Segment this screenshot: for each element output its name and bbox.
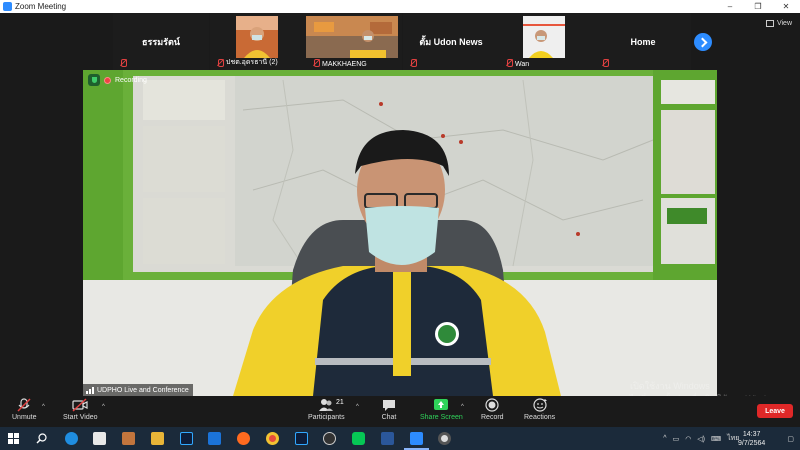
participants-label: Participants [308,414,345,421]
participant-tile[interactable]: ตั้ม Udon News [403,13,499,70]
zoom-window: Zoom Meeting – ❐ ✕ ธรรมรัตน์ ปชต.อุดรธาน… [0,0,800,450]
window-controls: – ❐ ✕ [716,0,800,13]
reactions-button[interactable]: Reactions [524,398,555,421]
clock-date: 9/7/2564 [738,440,766,447]
watermark-line-1: เปิดใช้งาน Windows [630,381,710,391]
recording-indicator: Recording [88,74,147,86]
mic-muted-icon [601,59,609,67]
clock-time: 14:37 [742,431,761,438]
chat-button[interactable]: Chat [381,398,397,421]
next-page-button[interactable] [694,33,712,51]
share-options-caret[interactable]: ^ [461,404,464,410]
system-clock[interactable]: 14:37 9/7/2564 [738,430,765,448]
share-screen-button[interactable]: Share Screen [420,398,463,421]
audio-options-caret[interactable]: ^ [42,404,45,410]
share-screen-label: Share Screen [420,414,463,421]
participant-name: ปชต.อุดรธานี (2) [226,59,278,66]
windows-taskbar: ^ ▭ ◠ ◁) ⌨ ไทย ▢ 14:37 9/7/2564 [0,427,800,450]
photoshop-icon[interactable] [295,432,308,445]
start-video-button[interactable]: Start Video [63,398,98,421]
mic-muted-icon [312,59,320,67]
speaker-name: UDPHO Live and Conference [97,386,189,394]
participant-name: ตั้ม Udon News [419,36,483,47]
app-icon[interactable] [438,432,451,445]
volume-icon[interactable]: ◁) [697,435,705,443]
battery-icon[interactable]: ▭ [673,435,680,443]
mic-muted-icon [409,59,417,67]
title-bar: Zoom Meeting – ❐ ✕ [0,0,800,13]
participant-tile[interactable]: MAKKHAENG [306,13,402,70]
participant-name: MAKKHAENG [322,61,367,68]
file-explorer-icon[interactable] [151,432,164,445]
security-shield-icon[interactable] [88,74,100,86]
recording-dot-icon [104,76,111,84]
participant-video [306,16,398,58]
record-label: Record [481,414,504,421]
unmute-button[interactable]: Unmute [12,398,37,421]
participant-tile[interactable]: Home [595,13,691,70]
view-button[interactable]: View [765,20,792,27]
meeting-toolbar: Unmute ^ Start Video ^ Participants 21 ^ [0,396,800,427]
participant-tile[interactable]: Wan [499,13,595,70]
video-off-icon [72,398,88,412]
reactions-emoji-icon [532,398,547,412]
leave-label: Leave [765,407,785,415]
active-speaker-video[interactable] [83,70,717,396]
participant-tile[interactable]: ปชต.อุดรธานี (2) [210,13,306,70]
notifications-icon[interactable]: ▢ [787,435,794,443]
participant-video [236,16,278,58]
participant-video [523,16,565,58]
app-icon[interactable] [208,432,221,445]
search-icon[interactable] [36,433,47,444]
system-tray: ^ ▭ ◠ ◁) ⌨ ไทย ▢ [663,427,800,450]
video-options-caret[interactable]: ^ [102,404,105,410]
chat-icon [383,400,395,411]
recording-label: Recording [115,76,147,84]
word-icon[interactable] [381,432,394,445]
mic-muted-icon [119,59,127,67]
leave-button[interactable]: Leave [757,404,793,418]
signal-bars-icon [86,386,94,394]
network-icon[interactable]: ◠ [685,435,691,443]
store-icon[interactable] [93,432,106,445]
zoom-taskbar-icon[interactable] [410,432,423,445]
speaker-video-frame [83,70,717,396]
app-icon[interactable] [323,432,336,445]
close-button[interactable]: ✕ [772,0,800,13]
record-button[interactable]: Record [481,398,504,421]
keyboard-icon[interactable]: ⌨ [711,435,721,443]
chat-label: Chat [381,414,397,421]
participants-options-caret[interactable]: ^ [356,404,359,410]
photoshop-icon[interactable] [180,432,193,445]
participant-tile[interactable]: ธรรมรัตน์ [113,13,209,70]
mic-muted-icon [505,59,513,67]
mic-muted-icon [17,398,31,412]
zoom-app-icon [3,2,12,11]
unmute-label: Unmute [12,414,37,421]
participant-name: Wan [515,61,530,68]
record-icon [485,398,499,412]
start-video-label: Start Video [63,414,98,421]
windows-start-icon[interactable] [8,433,19,444]
minimize-button[interactable]: – [716,0,744,13]
app-icon[interactable] [122,432,135,445]
participant-name: ธรรมรัตน์ [142,36,180,47]
maximize-button[interactable]: ❐ [744,0,772,13]
firefox-icon[interactable] [237,432,250,445]
share-screen-icon [434,399,449,410]
participant-name: Home [630,36,656,47]
mic-muted-icon [216,59,224,67]
edge-browser-icon[interactable] [65,432,78,445]
participants-icon [319,399,334,411]
reactions-label: Reactions [524,414,556,421]
line-app-icon[interactable] [352,432,365,445]
tray-chevron-icon[interactable]: ^ [663,435,666,442]
gallery-strip: ธรรมรัตน์ ปชต.อุดรธานี (2) MAKKHAENG ตั้… [0,13,800,70]
view-label: View [776,20,792,27]
chrome-icon[interactable] [266,432,279,445]
grid-view-icon [765,20,774,27]
window-title: Zoom Meeting [15,2,67,11]
speaker-name-tag: UDPHO Live and Conference [83,384,193,396]
participant-count: 21 [336,399,344,406]
